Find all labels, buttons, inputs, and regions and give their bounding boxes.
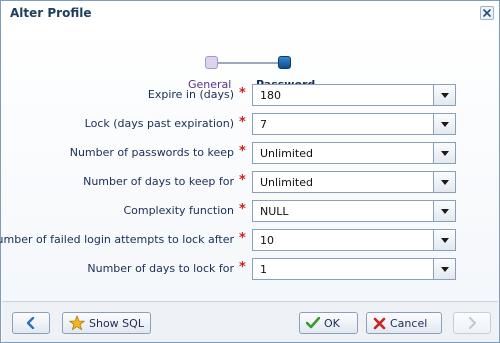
next-button[interactable] — [453, 312, 491, 334]
field-label: Number of passwords to keep — [69, 146, 234, 159]
combobox-value[interactable]: 7 — [260, 118, 267, 131]
expire-days-combobox[interactable]: 180 — [252, 84, 456, 106]
field-label: Number of days to keep for — [83, 175, 234, 188]
required-marker: * — [239, 144, 246, 159]
cancel-button[interactable]: Cancel — [366, 312, 442, 334]
dropdown-button[interactable] — [433, 230, 455, 250]
field-label: Lock (days past expiration) — [84, 117, 234, 130]
dialog-content: General Password Expire in (days) * 180 … — [0, 26, 498, 301]
required-marker: * — [239, 173, 246, 188]
complexity-function-combobox[interactable]: NULL — [252, 200, 456, 222]
chevron-down-icon — [440, 150, 449, 156]
ok-button[interactable]: OK — [299, 312, 358, 334]
form-row-failed-attempts: Number of failed login attempts to lock … — [0, 228, 498, 252]
dropdown-button[interactable] — [433, 172, 455, 192]
combobox-value[interactable]: Unlimited — [260, 176, 313, 189]
dialog-titlebar: Alter Profile — [1, 1, 499, 26]
dialog-footer: Show SQL OK Cancel — [2, 301, 498, 342]
required-marker: * — [239, 202, 246, 217]
chevron-down-icon — [440, 92, 449, 98]
field-label: Number of days to lock for — [87, 262, 234, 275]
form-row-lock-for: Number of days to lock for * 1 — [2, 257, 498, 281]
chevron-down-icon — [440, 208, 449, 214]
failed-attempts-combobox[interactable]: 10 — [252, 229, 456, 251]
step-password-node[interactable] — [278, 56, 291, 69]
arrow-right-icon — [469, 317, 476, 329]
step-general-node[interactable] — [205, 56, 218, 69]
chevron-down-icon — [440, 121, 449, 127]
show-sql-label: Show SQL — [89, 316, 144, 330]
required-marker: * — [239, 231, 246, 246]
back-button[interactable] — [12, 312, 50, 334]
passwords-keep-combobox[interactable]: Unlimited — [252, 142, 456, 164]
field-label: Complexity function — [123, 204, 234, 217]
form-row-lock: Lock (days past expiration) * 7 — [2, 112, 498, 136]
required-marker: * — [239, 86, 246, 101]
star-icon — [69, 315, 85, 331]
chevron-down-icon — [440, 179, 449, 185]
field-label: Expire in (days) — [147, 88, 234, 101]
chevron-down-icon — [440, 266, 449, 272]
dropdown-button[interactable] — [433, 143, 455, 163]
combobox-value[interactable]: 180 — [260, 89, 281, 102]
form-row-expire: Expire in (days) * 180 — [2, 83, 498, 107]
form-row-passwords-keep: Number of passwords to keep * Unlimited — [2, 141, 498, 165]
days-keep-combobox[interactable]: Unlimited — [252, 171, 456, 193]
ok-label: OK — [324, 316, 340, 330]
field-label: Number of failed login attempts to lock … — [0, 233, 234, 246]
combobox-value[interactable]: 1 — [260, 263, 267, 276]
required-marker: * — [239, 115, 246, 130]
show-sql-button[interactable]: Show SQL — [62, 312, 151, 334]
lock-days-combobox[interactable]: 7 — [252, 113, 456, 135]
x-icon — [373, 317, 386, 329]
dropdown-button[interactable] — [433, 85, 455, 105]
dropdown-button[interactable] — [433, 114, 455, 134]
dropdown-button[interactable] — [433, 259, 455, 279]
chevron-down-icon — [440, 237, 449, 243]
alter-profile-dialog: Alter Profile General Password Expire in… — [0, 0, 500, 343]
close-icon — [483, 9, 491, 17]
lock-for-days-combobox[interactable]: 1 — [252, 258, 456, 280]
form-row-complexity: Complexity function * NULL — [2, 199, 498, 223]
required-marker: * — [239, 260, 246, 275]
cancel-label: Cancel — [390, 316, 428, 330]
dialog-title: Alter Profile — [10, 6, 92, 20]
form-row-days-keep: Number of days to keep for * Unlimited — [2, 170, 498, 194]
combobox-value[interactable]: NULL — [260, 205, 289, 218]
train-connector — [218, 62, 278, 64]
arrow-left-icon — [26, 317, 35, 329]
close-button[interactable] — [480, 6, 494, 20]
combobox-value[interactable]: Unlimited — [260, 147, 313, 160]
checkmark-icon — [306, 317, 320, 329]
combobox-value[interactable]: 10 — [260, 234, 274, 247]
dropdown-button[interactable] — [433, 201, 455, 221]
